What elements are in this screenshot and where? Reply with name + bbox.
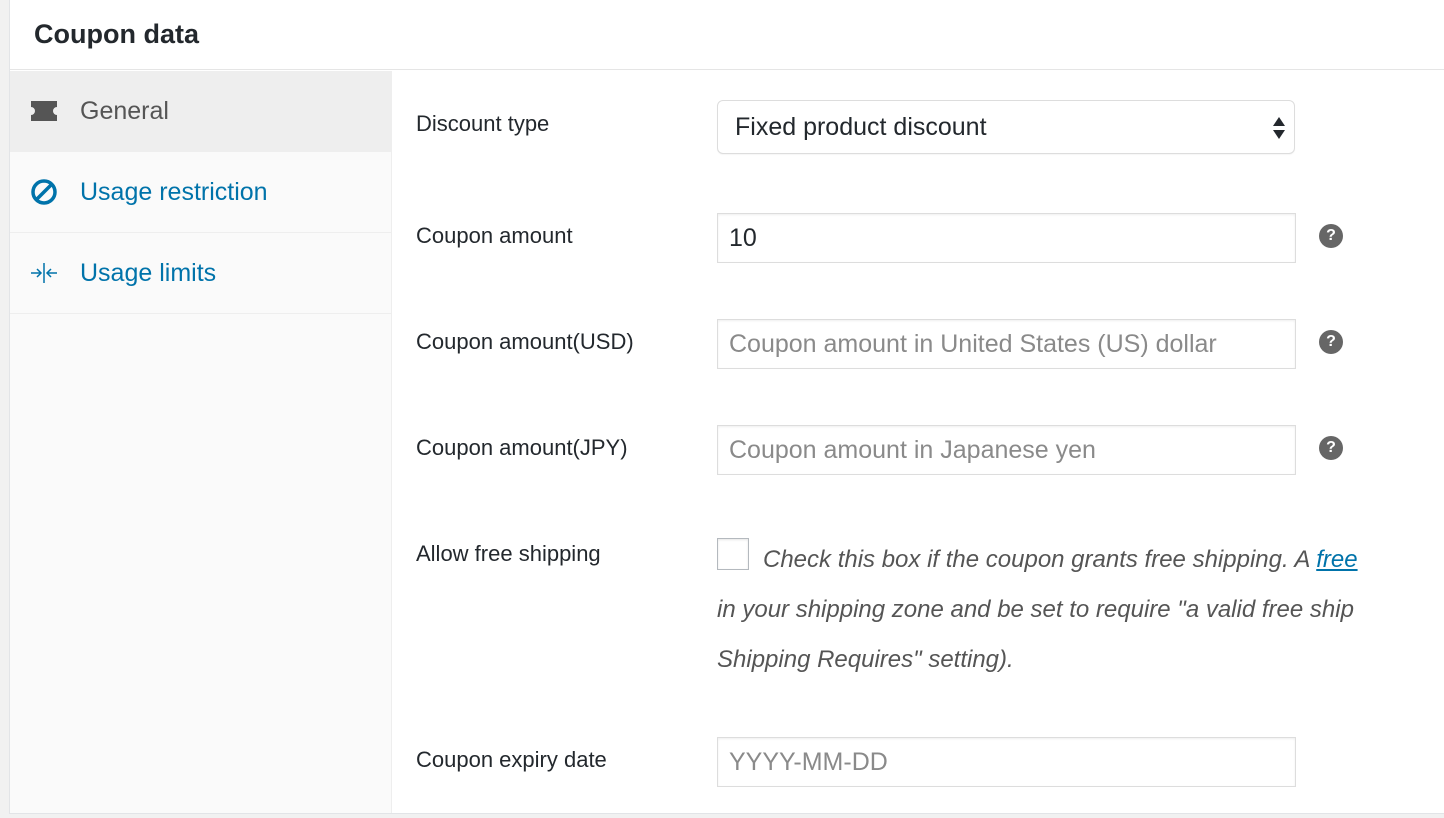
tab-usage-limits-label: Usage limits [80,258,217,287]
tab-usage-limits[interactable]: Usage limits [10,233,391,314]
coupon-amount-input[interactable] [717,213,1296,263]
block-icon [30,178,58,206]
discount-type-select[interactable]: Fixed product discount [717,100,1295,154]
coupon-amount-help-icon[interactable]: ? [1319,224,1343,248]
tab-general[interactable]: General [10,71,391,152]
coupon-amount-label: Coupon amount [416,223,573,248]
panel-title: Coupon data [34,19,199,49]
expiry-date-input[interactable] [717,737,1296,787]
free-shipping-desc-line2: in your shipping zone and be set to requ… [717,596,1354,623]
select-arrows-icon [1272,114,1286,142]
panel-header: Coupon data [10,0,1444,70]
free-shipping-method-link[interactable]: free [1316,546,1357,573]
general-options: Discount type Fixed product discount Cou… [392,71,1444,813]
tab-general-label: General [80,96,169,125]
arrows-in-icon [30,259,58,287]
ticket-icon [30,97,58,125]
free-shipping-desc-line3: Shipping Requires" setting). [717,646,1014,673]
coupon-data-panel: Coupon data General Usage restriction Us… [9,0,1444,814]
coupon-amount-usd-input[interactable] [717,319,1296,369]
free-shipping-label: Allow free shipping [416,541,601,566]
coupon-amount-usd-label: Coupon amount(USD) [416,329,634,354]
free-shipping-description: Check this box if the coupon grants free… [717,535,1444,685]
coupon-amount-jpy-input[interactable] [717,425,1296,475]
tab-usage-restriction[interactable]: Usage restriction [10,152,391,233]
free-shipping-desc-line1: Check this box if the coupon grants free… [763,546,1317,573]
coupon-amount-usd-help-icon[interactable]: ? [1319,330,1343,354]
discount-type-value: Fixed product discount [735,112,987,141]
discount-type-label: Discount type [416,111,550,136]
expiry-date-label: Coupon expiry date [416,747,607,772]
coupon-amount-jpy-label: Coupon amount(JPY) [416,435,628,460]
coupon-tabs: General Usage restriction Usage limits [10,71,392,813]
coupon-amount-jpy-help-icon[interactable]: ? [1319,436,1343,460]
tab-usage-restriction-label: Usage restriction [80,177,268,206]
